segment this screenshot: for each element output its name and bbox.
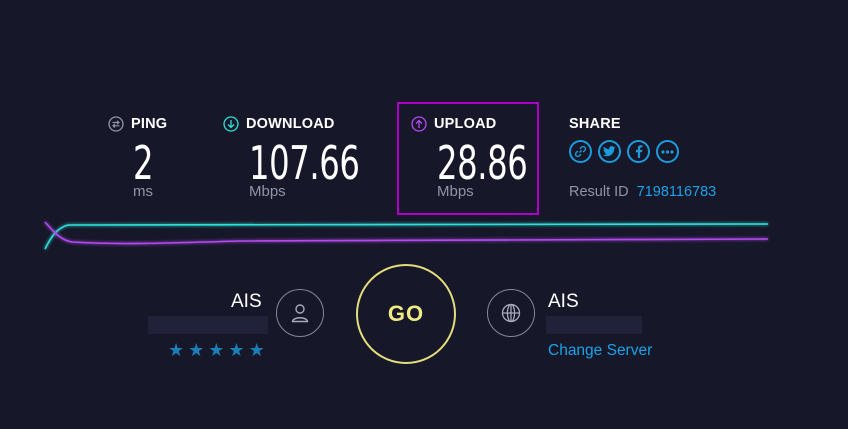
download-graph-line [44, 223, 769, 250]
twitter-icon[interactable] [598, 140, 621, 163]
share-header: SHARE [569, 116, 621, 132]
share-icons [569, 140, 679, 163]
upload-unit: Mbps [437, 183, 474, 200]
ping-label: PING [131, 116, 168, 132]
provider-rating[interactable]: ★ ★ ★ ★ ★ [168, 341, 265, 359]
upload-value: 28.86 [437, 136, 528, 190]
upload-arrow-icon [411, 116, 427, 132]
result-id-row: Result ID 7198116783 [569, 184, 716, 200]
star-icon: ★ [248, 340, 265, 360]
download-unit: Mbps [249, 183, 286, 200]
ping-header: PING [108, 116, 167, 132]
facebook-icon[interactable] [627, 140, 650, 163]
globe-icon [487, 289, 535, 337]
star-icon: ★ [188, 340, 205, 360]
link-icon[interactable] [569, 140, 592, 163]
server-location-redacted [546, 316, 642, 334]
result-id-link[interactable]: 7198116783 [637, 184, 717, 200]
star-icon: ★ [208, 340, 225, 360]
client-ip-redacted [148, 316, 268, 334]
ping-unit: ms [133, 183, 153, 200]
ping-value: 2 [133, 136, 154, 190]
upload-label: UPLOAD [434, 116, 497, 132]
change-server-link[interactable]: Change Server [548, 342, 652, 360]
download-value: 107.66 [249, 136, 360, 190]
result-id-label: Result ID [569, 184, 629, 200]
speed-graph [44, 221, 769, 250]
server-name: AIS [548, 291, 579, 312]
star-icon: ★ [168, 340, 185, 360]
more-icon[interactable] [656, 140, 679, 163]
download-arrow-icon [223, 116, 239, 132]
go-button[interactable]: GO [356, 264, 456, 364]
go-button-label: GO [387, 301, 425, 326]
user-icon [276, 289, 324, 337]
client-isp-name: AIS [231, 291, 262, 312]
share-label: SHARE [569, 116, 621, 132]
star-icon: ★ [228, 340, 245, 360]
download-header: DOWNLOAD [223, 116, 335, 132]
download-label: DOWNLOAD [246, 116, 335, 132]
ping-icon [108, 116, 124, 132]
upload-header: UPLOAD [411, 116, 496, 132]
